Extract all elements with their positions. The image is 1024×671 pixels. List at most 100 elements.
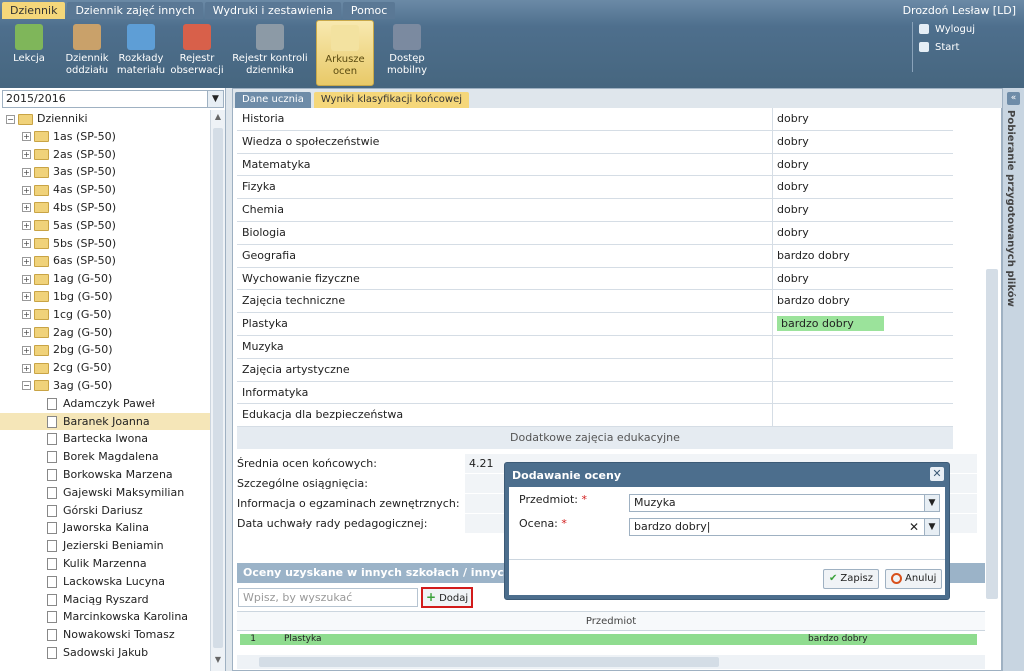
collapse-icon[interactable]: «: [1007, 92, 1020, 105]
table-row[interactable]: Historia dobry: [237, 108, 953, 131]
tree-class-item[interactable]: −3ag (G-50): [0, 377, 210, 395]
table-row[interactable]: Edukacja dla bezpieczeństwa: [237, 404, 953, 428]
tab-dane-ucznia[interactable]: Dane ucznia: [235, 92, 311, 108]
expand-node-icon[interactable]: +: [22, 256, 31, 266]
tree-root[interactable]: − Dzienniki: [0, 110, 210, 128]
year-select[interactable]: 2015/2016 ▼: [2, 90, 224, 108]
tree-class-item[interactable]: +1ag (G-50): [0, 270, 210, 288]
tree-student-item[interactable]: Jaworska Kalina: [0, 519, 210, 537]
collapse-node-icon[interactable]: −: [6, 114, 15, 124]
tree-student-item[interactable]: Marcinkowska Karolina: [0, 608, 210, 626]
expand-node-icon[interactable]: +: [22, 328, 31, 338]
expand-node-icon[interactable]: +: [22, 185, 31, 195]
table-row[interactable]: Chemia dobry: [237, 199, 953, 222]
tree-student-item[interactable]: Górski Dariusz: [0, 502, 210, 520]
tree-scrollbar[interactable]: ▲ ▼: [210, 110, 225, 671]
menu-tab-wydruki[interactable]: Wydruki i zestawienia: [204, 2, 341, 19]
tree-class-item[interactable]: +2bg (G-50): [0, 341, 210, 359]
search-input[interactable]: Wpisz, by wyszukać: [238, 588, 418, 607]
scroll-down-icon[interactable]: ▼: [211, 655, 225, 669]
expand-node-icon[interactable]: +: [22, 150, 31, 160]
tree-class-item[interactable]: +3as (SP-50): [0, 163, 210, 181]
table-row[interactable]: Wychowanie fizyczne dobry: [237, 267, 953, 291]
chevron-down-icon[interactable]: ▼: [924, 519, 939, 535]
extra-classes-row[interactable]: Dodatkowe zajęcia edukacyjne: [237, 427, 953, 450]
table-row[interactable]: Geografia bardzo dobry: [237, 244, 953, 268]
tree-scroll-thumb[interactable]: [213, 128, 223, 648]
table-row[interactable]: Muzyka: [237, 335, 953, 359]
tree-student-item[interactable]: Kulik Marzenna: [0, 555, 210, 573]
collapse-node-icon[interactable]: −: [22, 381, 31, 391]
tree-student-item[interactable]: Borkowska Marzena: [0, 466, 210, 484]
expand-node-icon[interactable]: +: [22, 239, 31, 249]
table-row[interactable]: Plastyka bardzo dobry: [237, 313, 953, 336]
tree-student-item[interactable]: Nowakowski Tomasz: [0, 626, 210, 644]
main-scroll-thumb[interactable]: [986, 269, 998, 599]
files-side-panel[interactable]: « Pobieranie przygotowanych plików: [1002, 88, 1024, 671]
expand-node-icon[interactable]: +: [22, 292, 31, 302]
table-row[interactable]: Informatyka: [237, 381, 953, 405]
table-row[interactable]: Fizyka dobry: [237, 176, 953, 200]
tree-class-item[interactable]: +4as (SP-50): [0, 181, 210, 199]
toolbar-button-3[interactable]: Rejestr obserwacji: [170, 20, 224, 86]
tree-student-item[interactable]: Lackowska Lucyna: [0, 573, 210, 591]
tree-student-item[interactable]: Gajewski Maksymilian: [0, 484, 210, 502]
tree-student-item[interactable]: Adamczyk Paweł: [0, 395, 210, 413]
menu-tab-pomoc[interactable]: Pomoc: [342, 2, 396, 19]
expand-node-icon[interactable]: +: [22, 310, 31, 320]
menu-tab-dziennik[interactable]: Dziennik: [2, 2, 66, 19]
start-link[interactable]: Start: [919, 40, 975, 58]
expand-node-icon[interactable]: +: [22, 363, 31, 373]
tree-class-item[interactable]: +2cg (G-50): [0, 359, 210, 377]
tree-class-item[interactable]: +2ag (G-50): [0, 324, 210, 342]
tree-class-item[interactable]: +1bg (G-50): [0, 288, 210, 306]
subject-select[interactable]: Muzyka ▼: [629, 494, 940, 512]
toolbar-button-6[interactable]: Dostęp mobilny: [384, 20, 430, 86]
main-scrollbar[interactable]: [985, 119, 999, 634]
tab-wyniki-klasyfikacji[interactable]: Wyniki klasyfikacji końcowej: [313, 92, 470, 108]
expand-node-icon[interactable]: +: [22, 274, 31, 284]
table-row[interactable]: Biologia dobry: [237, 221, 953, 245]
table-row[interactable]: 1 Plastyka bardzo dobry: [240, 634, 977, 645]
tree-student-item[interactable]: Jezierski Beniamin: [0, 537, 210, 555]
logout-link[interactable]: Wyloguj: [919, 22, 975, 40]
expand-node-icon[interactable]: +: [22, 345, 31, 355]
chevron-down-icon[interactable]: ▼: [207, 91, 223, 107]
scroll-up-icon[interactable]: ▲: [211, 112, 225, 126]
horizontal-scrollbar[interactable]: [237, 655, 985, 669]
grade-select[interactable]: bardzo dobry| ✕ ▼: [629, 518, 940, 536]
toolbar-button-0[interactable]: Lekcja: [6, 20, 52, 86]
toolbar-button-4[interactable]: Rejestr kontroli dziennika: [232, 20, 308, 86]
expand-node-icon[interactable]: +: [22, 132, 31, 142]
add-button[interactable]: + Dodaj: [421, 587, 473, 608]
table-row[interactable]: Matematyka dobry: [237, 153, 953, 177]
table-row[interactable]: Zajęcia techniczne bardzo dobry: [237, 290, 953, 314]
table-row[interactable]: Wiedza o społeczeństwie dobry: [237, 130, 953, 154]
toolbar-button-5[interactable]: Arkusze ocen: [316, 20, 374, 86]
tree-class-item[interactable]: +6as (SP-50): [0, 252, 210, 270]
tree-class-item[interactable]: +5as (SP-50): [0, 217, 210, 235]
tree-student-item[interactable]: Borek Magdalena: [0, 448, 210, 466]
tree-class-item[interactable]: +5bs (SP-50): [0, 235, 210, 253]
tree-class-item[interactable]: +1cg (G-50): [0, 306, 210, 324]
tree-student-item[interactable]: Maciąg Ryszard: [0, 591, 210, 609]
menu-tab-dziennik-zajec[interactable]: Dziennik zajęć innych: [67, 2, 203, 19]
toolbar-button-2[interactable]: Rozkłady materiału: [116, 20, 166, 86]
cancel-button[interactable]: Anuluj: [885, 569, 943, 589]
expand-node-icon[interactable]: +: [22, 203, 31, 213]
tree-class-item[interactable]: +2as (SP-50): [0, 146, 210, 164]
clear-icon[interactable]: ✕: [909, 519, 919, 535]
h-scroll-thumb[interactable]: [259, 657, 719, 667]
table-row[interactable]: Zajęcia artystyczne: [237, 358, 953, 382]
toolbar-button-1[interactable]: Dziennik oddziału: [62, 20, 112, 86]
tree-class-item[interactable]: +4bs (SP-50): [0, 199, 210, 217]
tree-class-item[interactable]: +1as (SP-50): [0, 128, 210, 146]
expand-node-icon[interactable]: +: [22, 221, 31, 231]
chevron-down-icon[interactable]: ▼: [924, 495, 939, 511]
close-icon[interactable]: ✕: [930, 467, 944, 481]
expand-node-icon[interactable]: +: [22, 167, 31, 177]
tree-student-item[interactable]: Baranek Joanna: [0, 412, 210, 431]
save-button[interactable]: ✔ Zapisz: [823, 569, 879, 589]
tree-student-item[interactable]: Bartecka Iwona: [0, 430, 210, 448]
tree-student-item[interactable]: Sadowski Jakub: [0, 644, 210, 662]
